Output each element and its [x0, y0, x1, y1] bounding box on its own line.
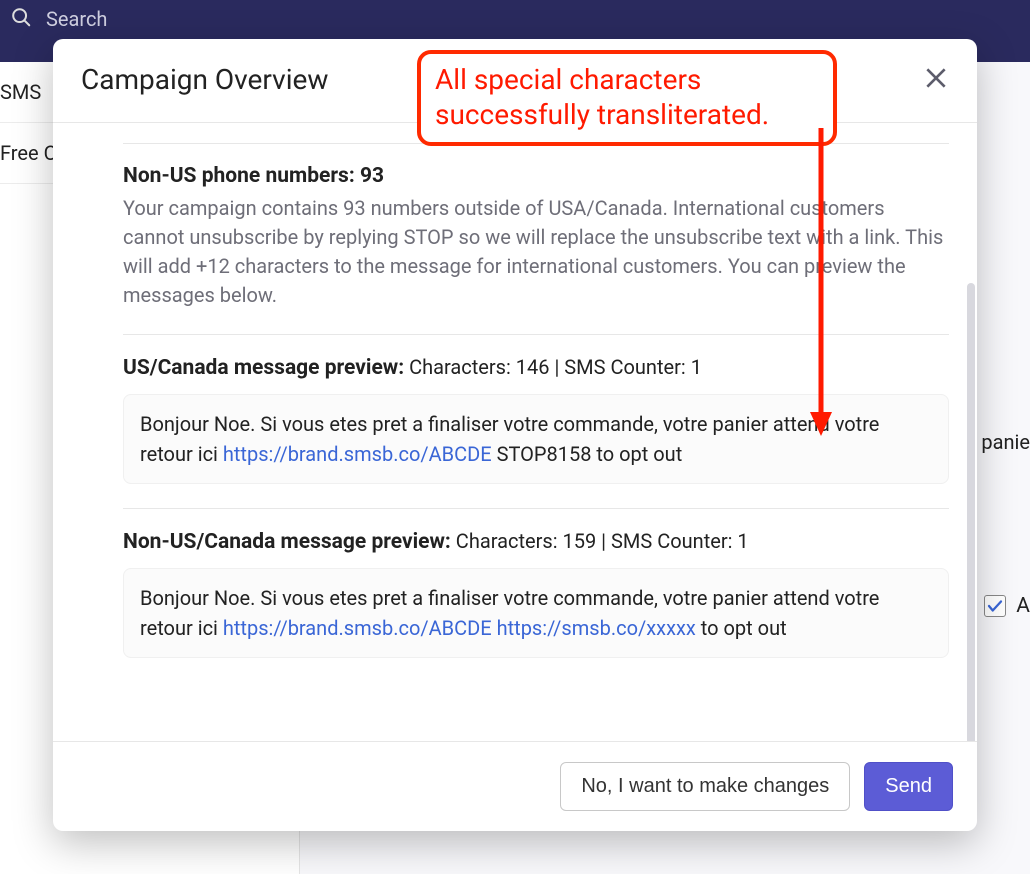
send-button[interactable]: Send: [864, 762, 953, 811]
scrollbar-thumb[interactable]: [967, 283, 975, 741]
modal-footer: No, I want to make changes Send: [53, 741, 977, 831]
us-preview-meta: Characters: 146 | SMS Counter: 1: [404, 355, 702, 379]
annotation-arrow: [810, 128, 840, 442]
divider: [123, 508, 949, 509]
nonus-preview-link-1[interactable]: https://brand.smsb.co/ABCDE: [223, 616, 492, 640]
nonus-preview-box: Bonjour Noe. Si vous etes pret a finalis…: [123, 568, 949, 658]
annotation-callout: All special characters successfully tran…: [417, 50, 837, 146]
modal-title: Campaign Overview: [81, 63, 328, 96]
nonus-preview-section: Non-US/Canada message preview: Character…: [123, 529, 949, 658]
annotation-text: All special characters successfully tran…: [435, 62, 819, 132]
nonus-preview-meta: Characters: 159 | SMS Counter: 1: [451, 529, 749, 553]
scrollbar[interactable]: [967, 133, 975, 727]
nonus-preview-link-2[interactable]: https://smsb.co/xxxxx: [497, 616, 696, 640]
nonus-preview-text-2: to opt out: [696, 616, 787, 640]
close-button[interactable]: [923, 65, 949, 95]
cancel-button[interactable]: No, I want to make changes: [560, 762, 850, 811]
nonus-preview-label: Non-US/Canada message preview:: [123, 530, 451, 554]
us-preview-label: US/Canada message preview:: [123, 356, 404, 380]
us-preview-text-2: STOP8158 to opt out: [492, 442, 683, 466]
non-us-phone-heading: Non-US phone numbers: 93: [123, 164, 384, 188]
us-preview-link[interactable]: https://brand.smsb.co/ABCDE: [223, 442, 492, 466]
